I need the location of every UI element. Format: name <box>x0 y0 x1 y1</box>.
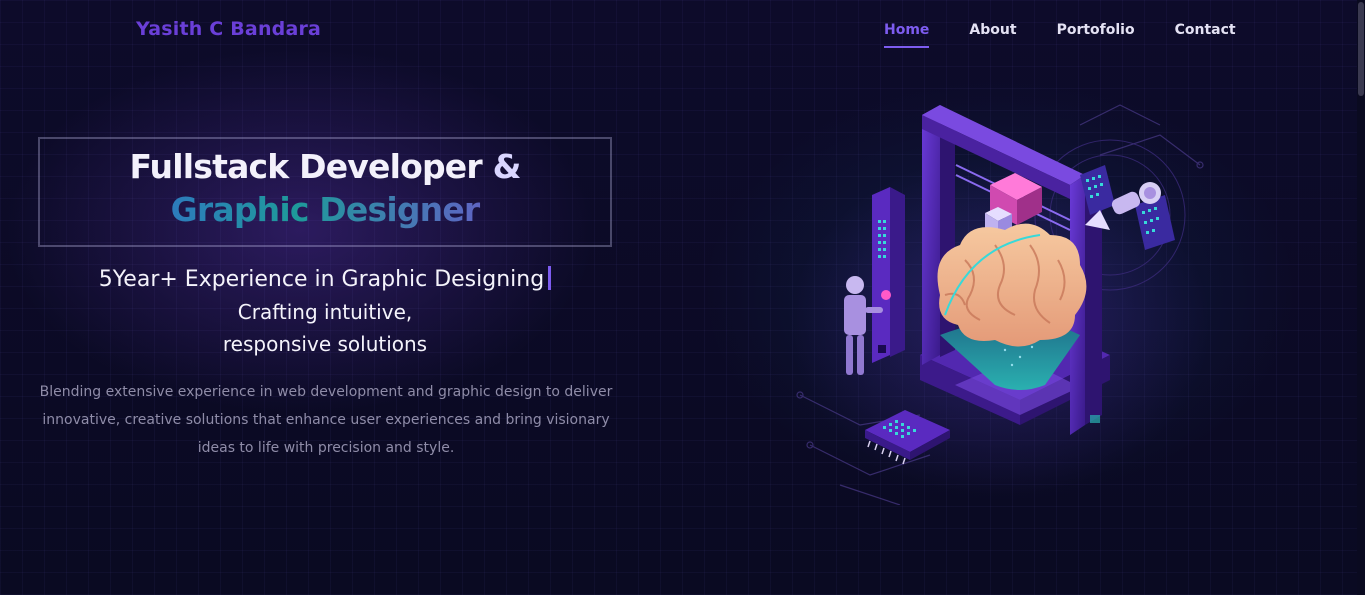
typed-headline: 5Year+ Experience in Graphic Designing <box>38 266 612 292</box>
typed-text: 5Year+ Experience in Graphic Designing <box>98 267 545 292</box>
nav-contact[interactable]: Contact <box>1161 22 1250 48</box>
nav-portfolio[interactable]: Portofolio <box>1043 22 1149 48</box>
page-scrollbar[interactable] <box>1357 0 1365 595</box>
brain-3d-printer-robot-illustration <box>790 104 1210 505</box>
hero-title-role: Fullstack Developer <box>129 147 482 186</box>
main-nav: Home About Portofolio Contact <box>870 22 1262 48</box>
typing-cursor <box>548 266 552 290</box>
nav-home[interactable]: Home <box>870 22 943 48</box>
hero-title-ampersand: & <box>492 147 522 186</box>
scrollbar-thumb[interactable] <box>1358 2 1364 96</box>
page: Yasith C Bandara Home About Portofolio C… <box>0 0 1365 595</box>
nav-about[interactable]: About <box>955 22 1030 48</box>
brand-logo[interactable]: Yasith C Bandara <box>136 18 321 40</box>
hero-title-box: Fullstack Developer & Graphic Designer <box>38 137 612 247</box>
hero-title-line1: Fullstack Developer & <box>40 147 610 186</box>
hero-title-line2: Graphic Designer <box>40 190 610 229</box>
tagline-line1: Crafting intuitive, <box>237 300 413 324</box>
hero-description: Blending extensive experience in web dev… <box>39 384 613 456</box>
tagline-line2: responsive solutions <box>222 332 428 356</box>
